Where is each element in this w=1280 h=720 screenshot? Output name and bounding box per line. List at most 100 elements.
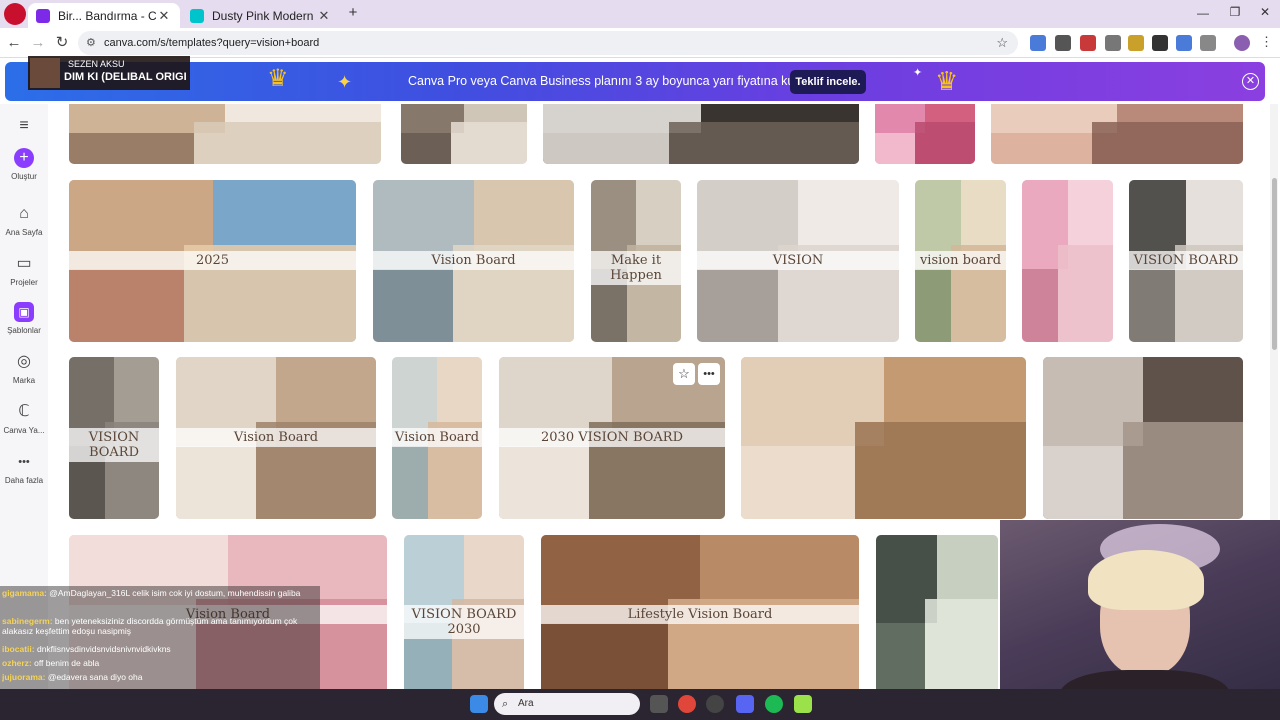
close-tab-icon[interactable]: ✕ <box>316 8 332 24</box>
sidebar-item-home[interactable]: ⌂ Ana Sayfa <box>0 204 48 237</box>
sidebar-item-templates[interactable]: ▣ Şablonlar <box>0 302 48 335</box>
browser-menu-icon[interactable]: ⋮ <box>1260 34 1273 50</box>
site-info-icon[interactable]: ⚙ <box>86 31 96 55</box>
scrollbar-thumb[interactable] <box>1272 178 1277 350</box>
collage-photo <box>915 122 975 164</box>
close-tab-icon[interactable]: ✕ <box>156 8 172 24</box>
template-title: VISION BOARD 2030 <box>404 605 524 640</box>
sidebar-item-label: Projeler <box>10 278 38 287</box>
sidebar-item-canva-ai[interactable]: ℂ Canva Ya... <box>0 402 48 435</box>
collage-photo <box>392 446 428 519</box>
template-card[interactable] <box>543 104 859 164</box>
sidebar-item-projects[interactable]: ▭ Projeler <box>0 254 48 287</box>
now-playing-overlay: SEZEN AKSU DIM KI (DELIBAL ORIGI <box>28 56 190 90</box>
folder-icon: ▭ <box>16 255 32 272</box>
collage-photo <box>69 269 184 342</box>
extension-icon[interactable] <box>1055 35 1071 51</box>
sidebar-item-label: Canva Ya... <box>3 426 45 435</box>
template-card[interactable]: 2025 <box>69 180 356 342</box>
template-card[interactable] <box>741 357 1026 519</box>
template-card[interactable] <box>69 104 381 164</box>
template-card[interactable] <box>875 104 975 164</box>
reload-icon[interactable]: ↻ <box>52 33 72 53</box>
collage-photo <box>114 357 159 422</box>
sidebar-item-label: Oluştur <box>11 172 37 181</box>
url-text: canva.com/s/templates?query=vision+board <box>104 37 320 49</box>
menu-button[interactable]: ≡ <box>0 116 48 140</box>
template-card[interactable]: Make it Happen <box>591 180 681 342</box>
collage-photo <box>69 132 194 164</box>
collage-photo <box>924 599 998 689</box>
windows-start-icon[interactable] <box>470 695 488 713</box>
app-icon[interactable] <box>706 695 724 713</box>
puzzle-extensions-icon[interactable] <box>1200 35 1216 51</box>
extension-icon[interactable] <box>1152 35 1168 51</box>
sparkle-icon: ✦ <box>337 72 353 92</box>
minimize-icon[interactable]: — <box>1195 6 1211 20</box>
template-card[interactable]: VISION BOARD 2030 <box>404 535 524 689</box>
task-view-icon[interactable] <box>650 695 668 713</box>
template-card[interactable]: VISION BOARD <box>69 357 159 519</box>
translate-extension-icon[interactable] <box>1030 35 1046 51</box>
favorite-star-icon[interactable]: ☆ <box>673 363 695 385</box>
collage-photo <box>925 104 975 122</box>
sidebar-item-label: Ana Sayfa <box>5 228 43 237</box>
canva-logo-icon <box>4 3 26 25</box>
collage-photo <box>1067 180 1113 245</box>
sparkle-icon: ✦ <box>913 67 923 79</box>
profile-avatar-icon[interactable] <box>1234 35 1250 51</box>
tab-canva[interactable]: Bir... Bandırma - Canva ✕ <box>28 3 180 28</box>
template-card[interactable]: VISION BOARD <box>1129 180 1243 342</box>
more-options-icon[interactable]: ••• <box>698 363 720 385</box>
url-field[interactable]: ⚙ canva.com/s/templates?query=vision+boa… <box>78 31 1018 55</box>
sidebar-item-more[interactable]: ••• Daha fazla <box>0 452 48 485</box>
template-title: Vision Board <box>392 428 482 448</box>
template-card[interactable]: VISION <box>697 180 899 342</box>
template-card[interactable] <box>991 104 1243 164</box>
chat-text: @AmDaglayan_316L celik isim cok iyi dost… <box>49 588 301 598</box>
close-icon[interactable]: ✕ <box>1242 73 1259 90</box>
extension-icon[interactable] <box>1080 35 1096 51</box>
sidebar-item-brand[interactable]: ◎ Marka <box>0 352 48 385</box>
template-card[interactable]: vision board <box>915 180 1006 342</box>
plus-icon: + <box>14 148 34 168</box>
chrome-icon[interactable] <box>678 695 696 713</box>
brand-icon: ◎ <box>17 353 31 370</box>
extension-icon[interactable] <box>1105 35 1121 51</box>
template-card[interactable] <box>876 535 998 689</box>
extension-icon[interactable] <box>1128 35 1144 51</box>
template-card[interactable]: 2030 VISION BOARD ☆ ••• <box>499 357 725 519</box>
template-card[interactable] <box>401 104 527 164</box>
hamburger-menu-icon: ≡ <box>19 117 29 134</box>
template-card[interactable] <box>1043 357 1243 519</box>
bookmark-star-icon[interactable]: ☆ <box>996 31 1008 55</box>
restore-icon[interactable]: ❐ <box>1227 5 1243 19</box>
template-title: Lifestyle Vision Board <box>541 605 859 625</box>
new-tab-icon[interactable]: + <box>345 5 361 21</box>
discord-icon[interactable] <box>736 695 754 713</box>
collage-photo <box>875 132 915 164</box>
chat-message: gigamama: @AmDaglayan_316L celik isim co… <box>2 588 314 614</box>
spotify-icon[interactable] <box>765 695 783 713</box>
live-app-icon[interactable] <box>794 695 812 713</box>
template-card[interactable]: Vision Board <box>392 357 482 519</box>
collage-photo <box>1043 446 1123 519</box>
back-icon[interactable]: ← <box>4 33 24 53</box>
template-card[interactable]: Vision Board <box>373 180 574 342</box>
taskbar-search[interactable]: ⌕ Ara <box>494 693 640 715</box>
create-button[interactable]: + Oluştur <box>0 148 48 181</box>
tab-vision-board[interactable]: Dusty Pink Modern Vision Boa ✕ <box>182 3 340 28</box>
template-card[interactable] <box>1022 180 1113 342</box>
forward-icon[interactable]: → <box>28 33 48 53</box>
extension-icon[interactable] <box>1176 35 1192 51</box>
crown-icon: ♛ <box>267 65 289 92</box>
offer-button[interactable]: Teklif incele. <box>790 70 866 94</box>
search-placeholder: Ara <box>518 698 534 709</box>
collage-photo <box>276 357 376 422</box>
template-card[interactable]: Lifestyle Vision Board <box>541 535 859 689</box>
collage-photo <box>543 132 670 164</box>
chat-username: gigamama: <box>2 588 47 598</box>
close-window-icon[interactable]: ✕ <box>1257 5 1273 19</box>
template-card[interactable]: Vision Board <box>176 357 376 519</box>
promo-banner: ♛ ✦ ✦ ♛ Canva Pro veya Canva Business pl… <box>5 62 1265 101</box>
